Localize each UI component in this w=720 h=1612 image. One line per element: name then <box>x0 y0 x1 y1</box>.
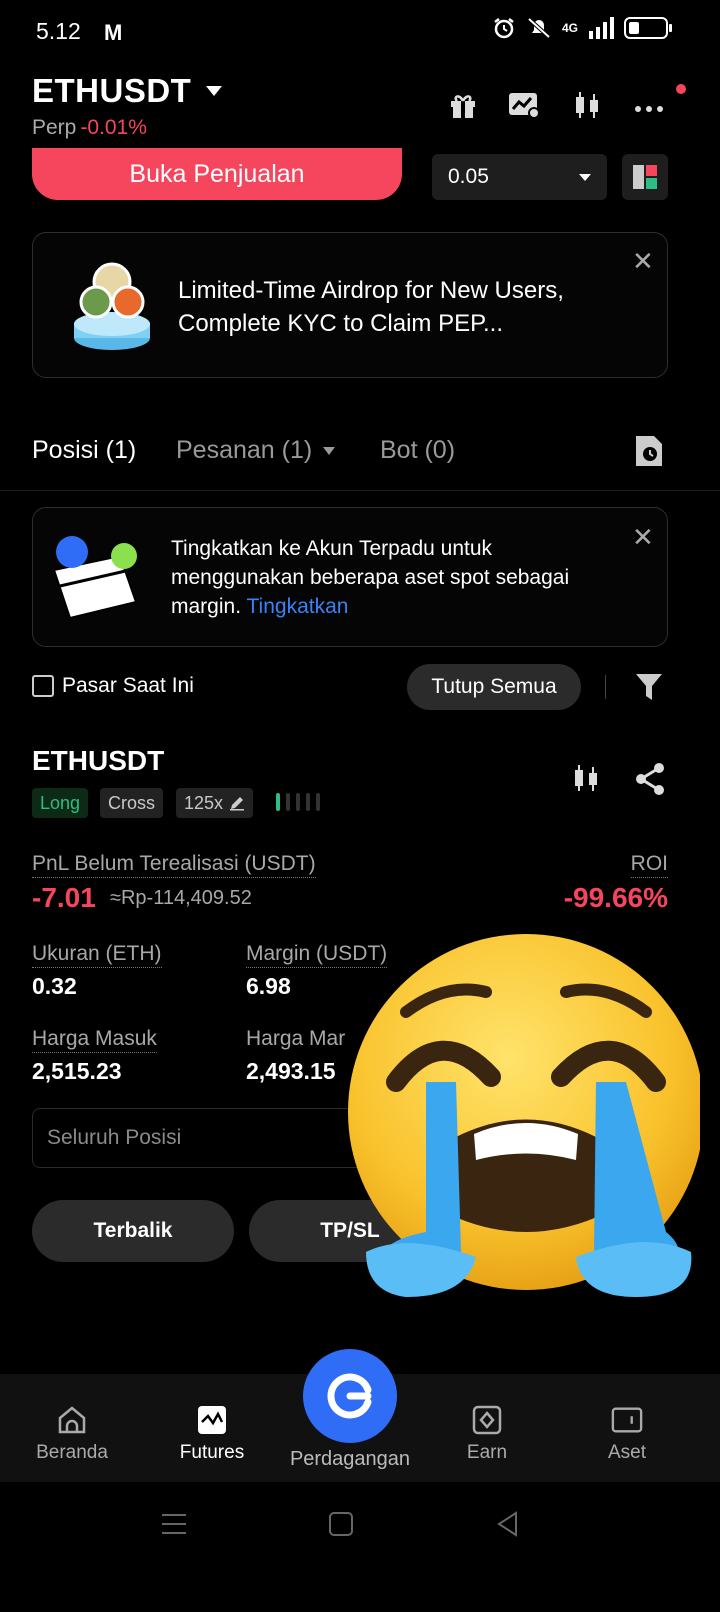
back-icon[interactable] <box>494 1510 522 1543</box>
status-time: 5.12 <box>36 18 81 44</box>
entry-price-label: Harga Masuk <box>32 1027 157 1053</box>
current-market-checkbox[interactable] <box>32 675 54 697</box>
filter-divider <box>605 675 606 699</box>
wallet-illustration-icon <box>50 534 142 625</box>
signal-icon <box>589 17 614 39</box>
margin-value: 6.98 <box>246 973 291 999</box>
status-icons: 4G <box>492 16 672 40</box>
pnl-value: -7.01 <box>32 882 96 913</box>
upgrade-link[interactable]: Tingkatkan <box>247 595 349 618</box>
pnl-idr-value: ≈Rp-114,409.52 <box>110 887 252 909</box>
trade-button[interactable] <box>303 1349 397 1443</box>
close-all-button[interactable]: Tutup Semua <box>407 664 581 710</box>
reverse-button[interactable]: Terbalik <box>32 1200 234 1262</box>
notification-dot <box>676 84 686 94</box>
pnl-label: PnL Belum Terealisasi (USDT) <box>32 852 316 878</box>
gmail-notification-icon: M <box>104 20 123 45</box>
market-info: Perp -0.01% <box>32 116 147 140</box>
chevron-down-icon <box>579 173 591 181</box>
menu-icon[interactable] <box>160 1510 188 1543</box>
futures-icon <box>196 1404 228 1436</box>
nav-home[interactable]: Beranda <box>12 1404 132 1464</box>
quantity-select[interactable]: 0.05 <box>432 154 607 200</box>
tab-positions[interactable]: Posisi (1) <box>32 436 136 465</box>
filter-icon[interactable] <box>634 670 664 709</box>
close-icon[interactable]: ✕ <box>632 246 654 277</box>
roi-value: -99.66% <box>563 882 668 913</box>
nav-earn[interactable]: Earn <box>427 1404 547 1464</box>
alarm-icon <box>494 18 514 39</box>
open-sell-button[interactable]: Buka Penjualan <box>32 148 402 200</box>
position-symbol: ETHUSDT <box>32 745 165 776</box>
airdrop-text: Limited-Time Airdrop for New Users, Comp… <box>178 277 564 337</box>
tabs-divider <box>0 490 720 491</box>
size-label: Ukuran (ETH) <box>32 942 162 968</box>
nav-label: Beranda <box>36 1442 108 1463</box>
side-badge: Long <box>32 788 89 818</box>
history-icon[interactable] <box>634 434 664 473</box>
airdrop-coins-icon <box>72 260 152 357</box>
entry-price-value: 2,515.23 <box>32 1058 122 1084</box>
nav-label: Earn <box>466 1442 508 1463</box>
network-label: 4G <box>561 21 578 35</box>
mark-price-value: 2,493.15 <box>246 1058 336 1084</box>
wallet-icon <box>611 1404 643 1436</box>
chart-settings-icon[interactable] <box>507 88 541 122</box>
home-square-icon[interactable] <box>327 1510 355 1543</box>
upgrade-text: Tingkatkan ke Akun Terpadu untuk menggun… <box>171 534 621 621</box>
candlestick-icon[interactable] <box>570 762 602 799</box>
upgrade-description: Tingkatkan ke Akun Terpadu untuk menggun… <box>171 537 570 618</box>
loudly-crying-face-icon <box>348 934 700 1297</box>
nav-futures[interactable]: Futures <box>152 1404 272 1464</box>
more-icon[interactable] <box>632 88 666 122</box>
nav-assets[interactable]: Aset <box>567 1404 687 1464</box>
battery-icon <box>624 17 672 39</box>
leverage-badge[interactable]: 125x <box>176 788 254 818</box>
quantity-value: 0.05 <box>448 165 489 188</box>
close-icon[interactable]: ✕ <box>632 522 654 553</box>
tab-bots[interactable]: Bot (0) <box>380 436 455 465</box>
nav-label: Futures <box>179 1442 245 1463</box>
tab-orders[interactable]: Pesanan (1) <box>176 436 336 465</box>
symbol-dropdown-icon[interactable] <box>206 86 222 96</box>
gift-icon[interactable] <box>446 88 480 122</box>
risk-level-bars <box>276 793 320 811</box>
orderbook-layout-button[interactable] <box>622 154 668 200</box>
tab-orders-label: Pesanan (1) <box>176 436 313 464</box>
price-change: -0.01% <box>80 116 147 139</box>
nav-label: Aset <box>607 1442 647 1463</box>
page-title[interactable]: ETHUSDT <box>32 72 191 110</box>
nav-label[interactable]: Perdagangan <box>276 1448 424 1471</box>
muted-bell-icon <box>527 17 551 39</box>
system-nav-bar <box>0 1482 720 1612</box>
margin-mode-badge: Cross <box>100 788 164 818</box>
trade-icon <box>327 1373 372 1419</box>
home-icon <box>56 1404 88 1436</box>
roi-label: ROI <box>630 852 668 878</box>
market-type: Perp <box>32 116 77 139</box>
leverage-value: 125x <box>184 792 224 813</box>
mark-price-label: Harga Mar <box>246 1027 346 1050</box>
chevron-down-icon <box>323 447 336 456</box>
size-value: 0.32 <box>32 973 77 999</box>
candlestick-icon[interactable] <box>570 88 604 122</box>
orderbook-layout-icon <box>633 165 657 189</box>
current-market-label[interactable]: Pasar Saat Ini <box>62 674 194 698</box>
earn-icon <box>471 1404 503 1436</box>
edit-icon <box>230 797 245 811</box>
share-icon[interactable] <box>634 762 666 801</box>
